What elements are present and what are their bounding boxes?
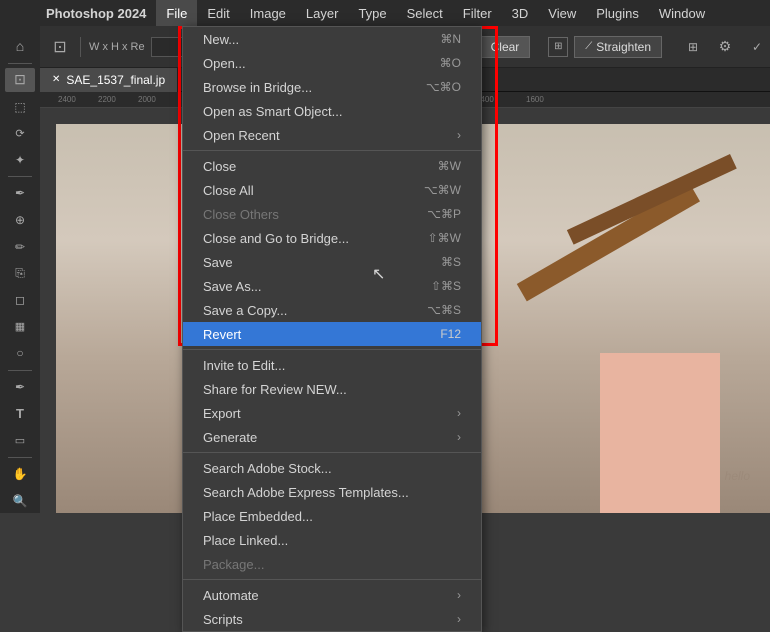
tool-eraser[interactable]: ◻ [5,288,35,313]
menu-item-recent[interactable]: Open Recent › [183,123,481,147]
tool-healing[interactable]: ⊕ [5,208,35,233]
file-menu-dropdown: New... ⌘N Open... ⌘O Browse in Bridge...… [182,26,482,632]
straighten-icon: ⟋ [585,41,592,52]
tool-home[interactable]: ⌂ [5,34,35,59]
menubar: Photoshop 2024 File Edit Image Layer Typ… [0,0,770,26]
tool-zoom[interactable]: 🔍 [5,488,35,513]
tool-shape[interactable]: ▭ [5,428,35,453]
dropdown-separator-4 [183,579,481,580]
toolbar-settings-icon[interactable]: ⚙ [712,34,738,60]
menu-window[interactable]: Window [649,0,715,26]
tab-main[interactable]: ✕ SAE_1537_final.jp [40,68,178,92]
pink-rect [600,353,720,513]
menu-item-scripts[interactable]: Scripts › [183,607,481,631]
menu-item-smart[interactable]: Open as Smart Object... [183,99,481,123]
menu-3d[interactable]: 3D [502,0,539,26]
tool-type[interactable]: T [5,401,35,426]
menu-item-share[interactable]: Share for Review NEW... [183,377,481,401]
menu-item-close[interactable]: Close ⌘W [183,154,481,178]
tool-separator-2 [8,176,32,177]
tool-separator-3 [8,370,32,371]
clear-button[interactable]: Clear [480,36,531,58]
tool-separator [8,63,32,64]
tool-eyedropper[interactable]: ✒ [5,181,35,206]
straighten-button[interactable]: ⟋ Straighten [574,36,662,58]
svg-text:2400: 2400 [58,95,76,104]
menu-edit[interactable]: Edit [197,0,239,26]
menu-item-revert[interactable]: Revert F12 [183,322,481,346]
generate-arrow-icon: › [457,430,461,444]
tool-hand[interactable]: ✋ [5,462,35,487]
tool-pen[interactable]: ✒ [5,375,35,400]
tool-marquee[interactable]: ⬚ [5,94,35,119]
menu-item-place-linked[interactable]: Place Linked... [183,528,481,552]
tool-crop[interactable]: ⊡ [5,68,35,93]
tab-close-icon[interactable]: ✕ [52,74,60,85]
menubar-left: Photoshop 2024 File Edit Image Layer Typ… [0,0,715,26]
dropdown-separator-3 [183,452,481,453]
menu-item-saveas[interactable]: Save As... ⇧⌘S [183,274,481,298]
tool-lasso[interactable]: ⟳ [5,121,35,146]
menu-type[interactable]: Type [348,0,396,26]
menu-file[interactable]: File [156,0,197,26]
menu-view[interactable]: View [538,0,586,26]
menu-item-closeothers[interactable]: Close Others ⌥⌘P [183,202,481,226]
menu-select[interactable]: Select [397,0,453,26]
menu-item-savecopy[interactable]: Save a Copy... ⌥⌘S [183,298,481,322]
menu-image[interactable]: Image [240,0,296,26]
svg-text:2000: 2000 [138,95,156,104]
left-panel: ⌂ ⊡ ⬚ ⟳ ✦ ✒ ⊕ ✏ ⎘ ◻ ▦ ○ ✒ T ▭ ✋ 🔍 [0,26,40,513]
toolbar-checkbox-icon[interactable]: ✓ [744,34,770,60]
toolbar-crop-icon[interactable]: ⊡ [48,35,72,59]
menu-item-export[interactable]: Export › [183,401,481,425]
tab-filename: SAE_1537_final.jp [66,73,165,87]
menu-item-automate[interactable]: Automate › [183,583,481,607]
scripts-arrow-icon: › [457,612,461,626]
wooden-beam [517,184,700,301]
menu-item-new[interactable]: New... ⌘N [183,27,481,51]
menu-filter[interactable]: Filter [453,0,502,26]
app-name: Photoshop 2024 [36,6,156,21]
menu-plugins[interactable]: Plugins [586,0,649,26]
toolbar-divider-1 [80,37,81,57]
menu-item-closebridge[interactable]: Close and Go to Bridge... ⇧⌘W [183,226,481,250]
menu-item-invite[interactable]: Invite to Edit... [183,353,481,377]
menu-item-generate[interactable]: Generate › [183,425,481,449]
tool-wand[interactable]: ✦ [5,148,35,173]
export-arrow-icon: › [457,406,461,420]
tool-gradient[interactable]: ▦ [5,314,35,339]
wooden-beam-2 [567,154,737,245]
menu-item-closeall[interactable]: Close All ⌥⌘W [183,178,481,202]
dropdown-separator-2 [183,349,481,350]
menu-item-package[interactable]: Package... [183,552,481,576]
dropdown-separator-1 [183,150,481,151]
menu-layer[interactable]: Layer [296,0,349,26]
toolbar-crop-label: W x H x Re [89,41,145,53]
menu-item-stock[interactable]: Search Adobe Stock... [183,456,481,480]
tool-brush[interactable]: ✏ [5,234,35,259]
automate-arrow-icon: › [457,588,461,602]
tool-separator-4 [8,457,32,458]
recent-arrow-icon: › [457,128,461,142]
svg-text:1600: 1600 [526,95,544,104]
menu-item-browse[interactable]: Browse in Bridge... ⌥⌘O [183,75,481,99]
tool-dodge[interactable]: ○ [5,341,35,366]
watermark-text: hello [725,469,750,483]
menu-item-open[interactable]: Open... ⌘O [183,51,481,75]
svg-text:2200: 2200 [98,95,116,104]
tool-clone[interactable]: ⎘ [5,261,35,286]
menu-item-express[interactable]: Search Adobe Express Templates... [183,480,481,504]
menu-item-save[interactable]: Save ⌘S [183,250,481,274]
toolbar-grid-icon[interactable]: ⊞ [680,34,706,60]
menu-item-place-embedded[interactable]: Place Embedded... [183,504,481,528]
toolbar-ruler-icon[interactable]: ⊞ [548,37,568,57]
apple-logo-icon[interactable] [0,0,36,26]
